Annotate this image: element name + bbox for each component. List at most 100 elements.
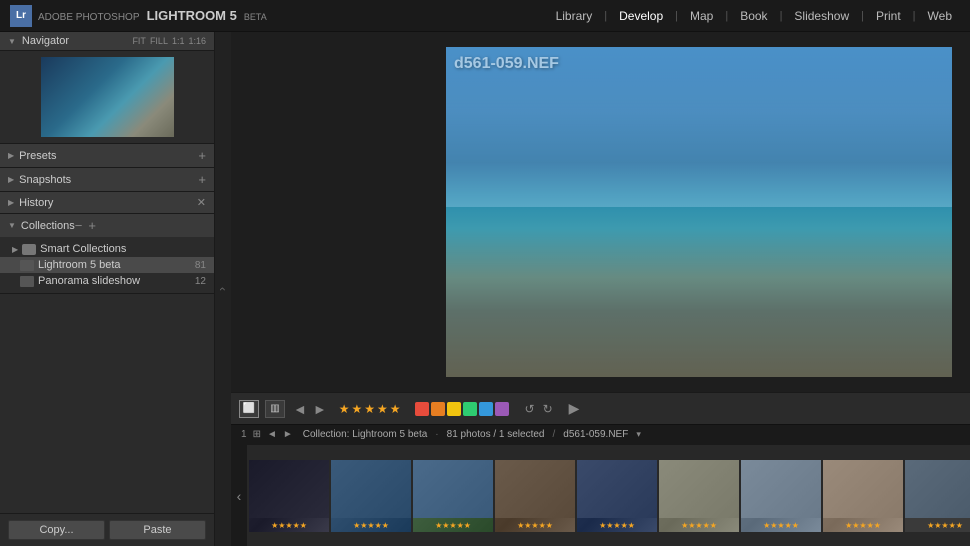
toolbar: ⬜ ▥ ◄ ► ★ ★ ★ ★ ★ ↺ bbox=[231, 392, 970, 424]
collection-panorama[interactable]: Panorama slideshow 12 bbox=[0, 273, 214, 289]
snapshots-header[interactable]: ▶ Snapshots + bbox=[0, 168, 214, 191]
navigator-panel: ▼ Navigator FIT FILL 1:1 1:16 bbox=[0, 32, 214, 144]
presets-panel: ▶ Presets + bbox=[0, 144, 214, 168]
flag-green[interactable] bbox=[463, 402, 477, 416]
app-logo: Lr ADOBE PHOTOSHOP LIGHTROOM 5 BETA bbox=[10, 5, 267, 27]
thumb-stars-2: ★★★★★ bbox=[353, 521, 389, 530]
filmstrip-thumb-1[interactable]: ★★★★★ bbox=[249, 460, 329, 532]
next-btn[interactable]: ► bbox=[281, 429, 295, 440]
prev-photo[interactable]: ◄ bbox=[291, 401, 309, 417]
collection-lr5beta[interactable]: Lightroom 5 beta 81 bbox=[0, 257, 214, 273]
flag-blue[interactable] bbox=[479, 402, 493, 416]
collections-minus[interactable]: − bbox=[75, 218, 83, 233]
thumb-stars-9: ★★★★★ bbox=[927, 521, 963, 530]
rotate-left[interactable]: ↺ bbox=[523, 402, 537, 416]
navigator-preview[interactable] bbox=[41, 57, 174, 137]
collections-header[interactable]: ▼ Collections − + bbox=[0, 214, 214, 237]
toolbar-nav: ◄ ► bbox=[291, 401, 329, 417]
star-3[interactable]: ★ bbox=[364, 402, 375, 416]
filmstrip-inner: ★★★★★ ★★★★★ ★★★★★ ★★★★★ ★★★★★ bbox=[247, 456, 970, 536]
view-1-1[interactable]: 1:1 bbox=[172, 36, 185, 46]
flag-purple[interactable] bbox=[495, 402, 509, 416]
presets-label: Presets bbox=[19, 150, 56, 162]
presets-add[interactable]: + bbox=[198, 148, 206, 163]
rotate-right[interactable]: ↻ bbox=[541, 402, 555, 416]
filmstrip-thumb-8[interactable]: ★★★★★ bbox=[823, 460, 903, 532]
nav-print[interactable]: Print bbox=[868, 7, 909, 25]
nav-slideshow[interactable]: Slideshow bbox=[786, 7, 857, 25]
history-label: History bbox=[19, 197, 53, 209]
history-panel: ▶ History ✕ bbox=[0, 192, 214, 214]
view-1-16[interactable]: 1:16 bbox=[188, 36, 206, 46]
collections-panel: ▼ Collections − + ▶ Smart Collections Li… bbox=[0, 214, 214, 294]
filmstrip-thumb-9[interactable]: ★★★★★ bbox=[905, 460, 970, 532]
collections-label: Collections bbox=[21, 220, 75, 232]
navigator-triangle: ▼ bbox=[8, 37, 16, 46]
view-fit[interactable]: FIT bbox=[132, 36, 146, 46]
filmstrip-thumb-3[interactable]: ★★★★★ bbox=[413, 460, 493, 532]
thumb-stars-1: ★★★★★ bbox=[271, 521, 307, 530]
next-photo[interactable]: ► bbox=[311, 401, 329, 417]
snapshots-panel: ▶ Snapshots + bbox=[0, 168, 214, 192]
grid-view-btn[interactable]: ⊞ bbox=[251, 429, 263, 440]
status-filename: d561-059.NEF bbox=[563, 429, 628, 440]
presets-header[interactable]: ▶ Presets + bbox=[0, 144, 214, 167]
nav-map[interactable]: Map bbox=[682, 7, 721, 25]
nav-book[interactable]: Book bbox=[732, 7, 775, 25]
filmstrip-nav-buttons: 1 ⊞ ◄ ► bbox=[239, 429, 295, 440]
center-panel: d561-059.NEF bbox=[231, 32, 970, 546]
lr-icon: Lr bbox=[10, 5, 32, 27]
presets-triangle: ▶ bbox=[8, 151, 14, 160]
filmstrip-thumb-4[interactable]: ★★★★★ bbox=[495, 460, 575, 532]
star-rating[interactable]: ★ ★ ★ ★ ★ bbox=[339, 402, 401, 416]
photo-view[interactable]: d561-059.NEF bbox=[231, 32, 970, 392]
star-4[interactable]: ★ bbox=[377, 402, 388, 416]
collection-icon-2 bbox=[20, 276, 34, 287]
photo-overlay bbox=[446, 47, 952, 377]
filmstrip-thumb-2[interactable]: ★★★★★ bbox=[331, 460, 411, 532]
tool-compare[interactable]: ▥ bbox=[265, 400, 285, 418]
main-area: ▼ Navigator FIT FILL 1:1 1:16 ▶ Presets … bbox=[0, 32, 970, 546]
copy-button[interactable]: Copy... bbox=[8, 520, 105, 540]
filmstrip-prev[interactable]: ‹ bbox=[231, 445, 247, 546]
thumb-stars-4: ★★★★★ bbox=[517, 521, 553, 530]
paste-button[interactable]: Paste bbox=[109, 520, 206, 540]
status-info: 81 photos / 1 selected bbox=[447, 429, 545, 440]
history-clear[interactable]: ✕ bbox=[197, 196, 206, 209]
prev-btn[interactable]: ◄ bbox=[265, 429, 279, 440]
collections-add[interactable]: + bbox=[88, 218, 96, 233]
status-collection: Collection: Lightroom 5 beta bbox=[303, 429, 428, 440]
navigator-header[interactable]: ▼ Navigator FIT FILL 1:1 1:16 bbox=[0, 32, 214, 51]
status-page-num: 1 bbox=[239, 429, 249, 440]
nav-web[interactable]: Web bbox=[920, 7, 960, 25]
filmstrip: ‹ ★★★★★ ★★★★★ ★★★★★ ★★★★★ bbox=[231, 444, 970, 546]
filmstrip-thumb-5[interactable]: ★★★★★ bbox=[577, 460, 657, 532]
star-1[interactable]: ★ bbox=[339, 402, 350, 416]
left-panel-collapse[interactable]: ‹ bbox=[215, 32, 231, 546]
filmstrip-thumb-7[interactable]: ★★★★★ bbox=[741, 460, 821, 532]
color-labels bbox=[415, 402, 509, 416]
thumb-stars-3: ★★★★★ bbox=[435, 521, 471, 530]
nav-develop[interactable]: Develop bbox=[611, 7, 671, 25]
smart-collections-item[interactable]: ▶ Smart Collections bbox=[0, 241, 214, 257]
tool-loupe[interactable]: ⬜ bbox=[239, 400, 259, 418]
collection-icon bbox=[20, 260, 34, 271]
history-header[interactable]: ▶ History ✕ bbox=[0, 192, 214, 213]
smart-coll-icon bbox=[22, 244, 36, 255]
filmstrip-thumb-6[interactable]: ★★★★★ bbox=[659, 460, 739, 532]
view-fill[interactable]: FILL bbox=[150, 36, 168, 46]
navigation-menu: Library | Develop | Map | Book | Slidesh… bbox=[548, 7, 960, 25]
collections-triangle: ▼ bbox=[8, 221, 16, 230]
flag-red[interactable] bbox=[415, 402, 429, 416]
star-2[interactable]: ★ bbox=[351, 402, 362, 416]
snapshots-triangle: ▶ bbox=[8, 175, 14, 184]
star-5[interactable]: ★ bbox=[390, 402, 401, 416]
snapshots-add[interactable]: + bbox=[198, 172, 206, 187]
flag-yellow[interactable] bbox=[447, 402, 461, 416]
slideshow-play[interactable]: ▶ bbox=[565, 400, 584, 417]
top-bar: Lr ADOBE PHOTOSHOP LIGHTROOM 5 BETA Libr… bbox=[0, 0, 970, 32]
thumb-stars-7: ★★★★★ bbox=[763, 521, 799, 530]
flag-orange[interactable] bbox=[431, 402, 445, 416]
nav-library[interactable]: Library bbox=[548, 7, 601, 25]
path-dropdown[interactable]: ▾ bbox=[636, 429, 641, 440]
